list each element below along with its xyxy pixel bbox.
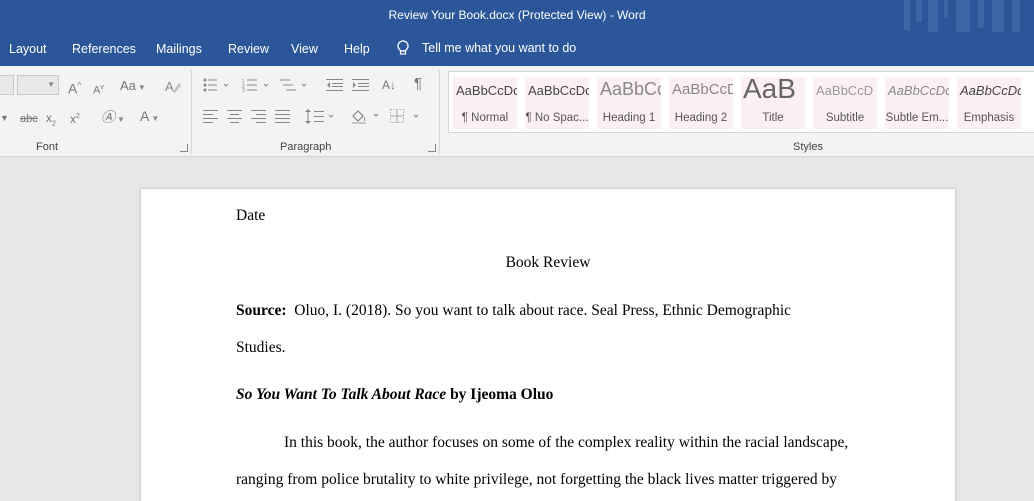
paragraph-line: ranging from police brutality to white p… [236, 471, 838, 488]
shading-icon[interactable] [350, 108, 382, 124]
superscript-button[interactable]: x2 [70, 109, 80, 127]
source-text: Oluo, I. (2018). So you want to talk abo… [294, 302, 792, 319]
increase-indent-icon[interactable] [352, 78, 370, 92]
style-emphasis[interactable]: AaBbCcDc Emphasis [957, 77, 1021, 129]
paragraph-line: In this book, the author focuses on some… [284, 434, 849, 451]
style-name: Subtle Em... [885, 112, 949, 124]
window-title: Review Your Book.docx (Protected View) -… [388, 8, 646, 22]
tell-me-label: Tell me what you want to do [422, 41, 577, 55]
sort-button[interactable]: A↓ [382, 77, 396, 93]
group-label-paragraph: Paragraph [280, 141, 332, 153]
styles-gallery: AaBbCcDc ¶ Normal AaBbCcDc ¶ No Spac... … [448, 71, 1034, 133]
review-heading: Book Review [505, 254, 591, 271]
svg-text:3: 3 [242, 88, 245, 92]
chevron-down-icon: ▼ [137, 83, 146, 92]
source-label: Source: [236, 302, 287, 319]
chevron-down-icon: ▼ [151, 114, 160, 123]
style-no-spacing[interactable]: AaBbCcDc ¶ No Spac... [525, 77, 589, 129]
style-title[interactable]: AaB Title [741, 77, 805, 129]
style-name: ¶ Normal [461, 112, 509, 124]
book-author: by Ijeoma Oluo [446, 386, 554, 403]
subscript-button[interactable]: x2 [46, 110, 56, 132]
tab-layout[interactable]: Layout [9, 42, 47, 56]
source-line: Source: Oluo, I. (2018). So you want to … [236, 302, 791, 320]
tell-me-search[interactable]: Tell me what you want to do [396, 40, 576, 56]
line-spacing-icon[interactable] [305, 109, 335, 124]
multilevel-list-icon[interactable] [280, 78, 310, 92]
style-sample: AaBbCcDc [888, 83, 949, 98]
tab-mailings[interactable]: Mailings [156, 42, 202, 56]
style-normal[interactable]: AaBbCcDc ¶ Normal [453, 77, 517, 129]
group-divider [191, 70, 192, 154]
style-subtitle[interactable]: AaBbCcD Subtitle [813, 77, 877, 129]
change-case-button[interactable]: Aa ▼ [120, 78, 146, 96]
source-continuation: Studies. [236, 339, 286, 356]
font-size-combo[interactable]: ▼ [17, 75, 59, 95]
chevron-down-icon: ▼ [47, 80, 55, 89]
align-left-icon[interactable] [203, 110, 219, 123]
chevron-down-icon[interactable]: ▼ [0, 110, 9, 126]
group-label-styles: Styles [793, 141, 823, 153]
align-center-icon[interactable] [227, 110, 243, 123]
align-right-icon[interactable] [251, 110, 267, 123]
svg-text:A: A [165, 79, 174, 94]
title-bar: Review Your Book.docx (Protected View) -… [0, 0, 1034, 60]
ribbon: ▼ A^ Av Aa ▼ A ▼ abc x2 x2 Ⓐ ▼ A ▼ Font 123… [0, 66, 1034, 157]
bullets-icon[interactable] [203, 78, 231, 92]
style-name: Heading 2 [674, 112, 728, 124]
style-name: ¶ No Spac... [525, 112, 589, 124]
decrease-indent-icon[interactable] [326, 78, 344, 92]
font-name-combo[interactable] [0, 75, 14, 95]
grow-font-button[interactable]: A^ [68, 78, 81, 97]
style-heading-1[interactable]: AaBbCc Heading 1 [597, 77, 661, 129]
tab-help[interactable]: Help [344, 42, 370, 56]
book-title: So You Want To Talk About Race [236, 386, 447, 403]
justify-icon[interactable] [275, 110, 291, 123]
strikethrough-button[interactable]: abc [20, 111, 38, 127]
style-name: Emphasis [963, 112, 1015, 124]
borders-icon[interactable] [390, 109, 422, 123]
style-name: Title [762, 112, 784, 124]
text-effects-icon: Ⓐ [101, 109, 115, 125]
show-formatting-marks-button[interactable]: ¶ [414, 76, 422, 92]
font-color-button[interactable]: A ▼ [140, 108, 159, 127]
style-name: Heading 1 [602, 112, 656, 124]
style-sample: AaBbCcD [672, 81, 733, 98]
style-sample: AaBbCc [600, 79, 661, 99]
text-effects-button[interactable]: Ⓐ ▼ [101, 109, 125, 128]
ribbon-tabs: Layout References Mailings Review View H… [0, 32, 1034, 66]
book-title-line: So You Want To Talk About Race by Ijeoma… [236, 386, 553, 404]
style-sample: AaBbCcD [816, 83, 874, 98]
style-sample: AaBbCcDc [960, 83, 1021, 98]
clear-formatting-icon[interactable]: A [164, 77, 182, 95]
shrink-font-button[interactable]: Av [93, 80, 104, 99]
date-line: Date [236, 207, 266, 224]
lightbulb-icon [397, 40, 409, 55]
document-area[interactable]: Date Book Review Source: Oluo, I. (2018)… [0, 157, 1034, 501]
group-divider [439, 70, 440, 154]
chevron-down-icon: ▼ [117, 115, 125, 124]
tab-references[interactable]: References [72, 42, 136, 56]
font-dialog-launcher[interactable] [180, 144, 188, 152]
style-subtle-emphasis[interactable]: AaBbCcDc Subtle Em... [885, 77, 949, 129]
style-sample: AaB [743, 77, 796, 104]
style-sample: AaBbCcDc [528, 83, 589, 98]
tab-view[interactable]: View [291, 42, 318, 56]
numbering-icon[interactable]: 123 [242, 78, 272, 92]
style-heading-2[interactable]: AaBbCcD Heading 2 [669, 77, 733, 129]
style-sample: AaBbCcDc [456, 83, 517, 98]
style-name: Subtitle [825, 112, 865, 124]
document-page[interactable]: Date Book Review Source: Oluo, I. (2018)… [141, 189, 955, 501]
group-label-font: Font [36, 141, 59, 153]
tab-review[interactable]: Review [228, 42, 269, 56]
paragraph-dialog-launcher[interactable] [428, 144, 436, 152]
